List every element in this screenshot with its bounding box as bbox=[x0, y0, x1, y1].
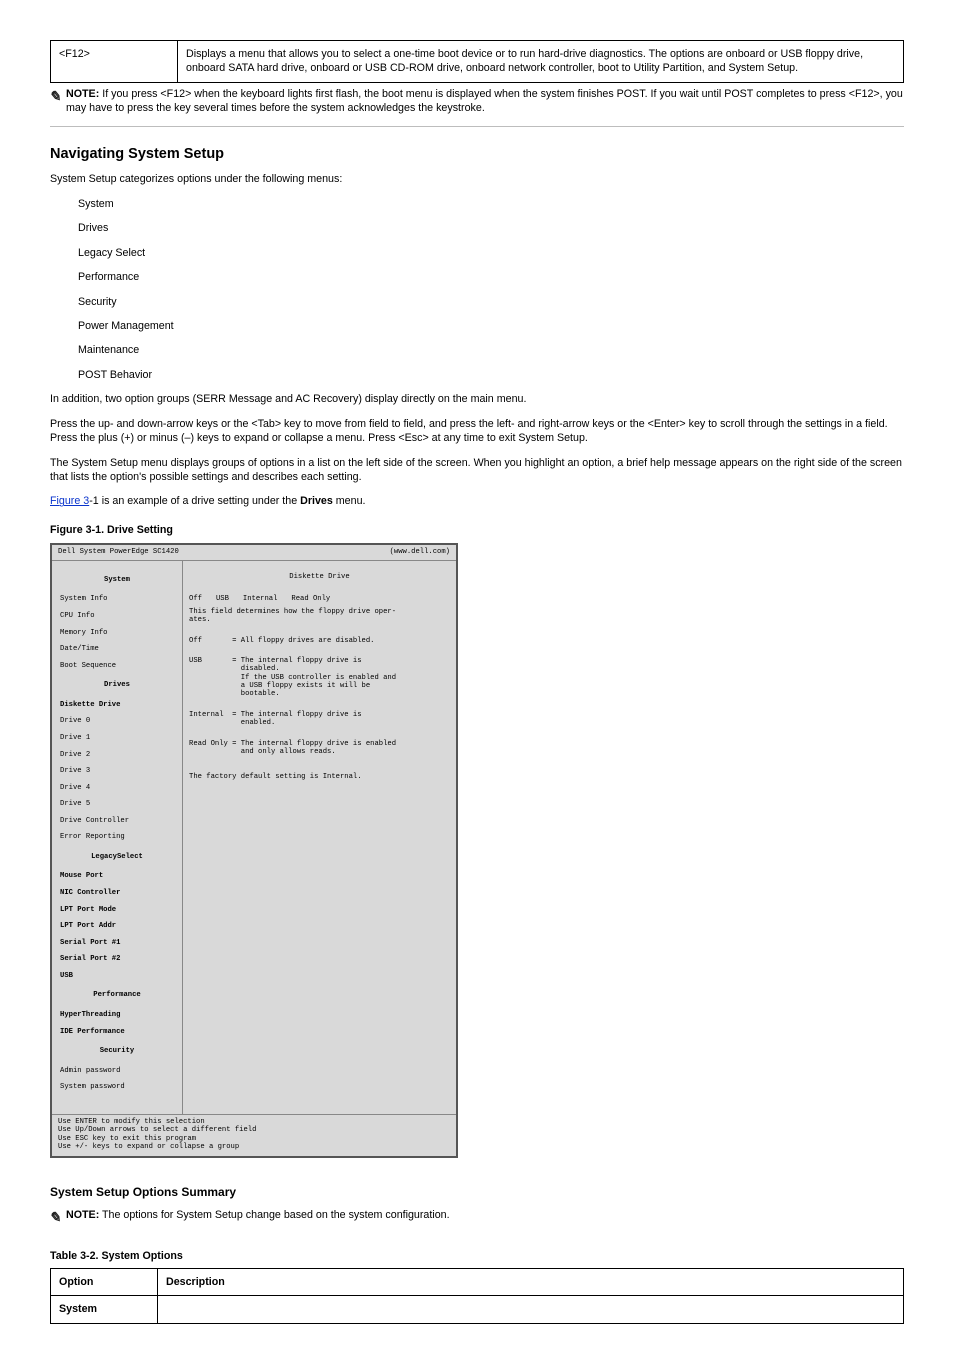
bios-item: Drive 0 bbox=[58, 717, 176, 725]
bios-item: IDE Performance bbox=[58, 1028, 176, 1036]
col-option: Option bbox=[51, 1268, 158, 1295]
boot-key-text: <F12> bbox=[59, 48, 90, 60]
bios-item: Drive Controller bbox=[58, 817, 176, 825]
nav-p3a: Press the up- and down-arrow keys or the… bbox=[50, 418, 515, 430]
pencil-icon: ✎ bbox=[48, 1208, 67, 1227]
note-block: ✎ NOTE: If you press <F12> when the keyb… bbox=[50, 87, 904, 116]
col-description: Description bbox=[158, 1268, 904, 1295]
bios-item: Drive 5 bbox=[58, 800, 176, 808]
bios-item: Drive 2 bbox=[58, 751, 176, 759]
nav-list: System Drives Legacy Select Performance … bbox=[78, 197, 904, 383]
bios-item: Error Reporting bbox=[58, 833, 176, 841]
bios-cat-legacy: LegacySelect bbox=[58, 853, 176, 861]
note-body: NOTE: If you press <F12> when the keyboa… bbox=[66, 87, 904, 116]
note-body-2: NOTE: The options for System Setup chang… bbox=[66, 1208, 904, 1222]
bios-opt: USB bbox=[216, 595, 229, 603]
bios-item: CPU Info bbox=[58, 612, 176, 620]
bios-cat-security: Security bbox=[58, 1047, 176, 1055]
bios-cat-drives: Drives bbox=[58, 681, 176, 689]
list-item: Performance bbox=[78, 270, 904, 284]
row-system: System bbox=[51, 1296, 158, 1323]
bios-intro: This field determines how the floppy dri… bbox=[189, 608, 450, 625]
bios-item: Mouse Port bbox=[58, 872, 176, 880]
summary-heading: System Setup Options Summary bbox=[50, 1184, 904, 1200]
bios-item: Boot Sequence bbox=[58, 662, 176, 670]
boot-key-desc-2: onboard SATA hard drive, onboard or USB … bbox=[186, 62, 798, 74]
list-item: Security bbox=[78, 295, 904, 309]
table-caption: Table 3-2. System Options bbox=[50, 1249, 904, 1263]
bios-help: Use ENTER to modify this selection Use U… bbox=[52, 1114, 456, 1156]
bios-cat-system: System bbox=[58, 576, 176, 584]
bios-item: Serial Port #1 bbox=[58, 939, 176, 947]
boot-key-desc-1: Displays a menu that allows you to selec… bbox=[186, 48, 863, 60]
pencil-icon: ✎ bbox=[48, 87, 67, 106]
nav-p3: Press the up- and down-arrow keys or the… bbox=[50, 417, 904, 446]
bios-item: Drive 3 bbox=[58, 767, 176, 775]
list-item: Power Management bbox=[78, 319, 904, 333]
fig-ref-c: Drives bbox=[300, 495, 333, 507]
bios-item: Date/Time bbox=[58, 645, 176, 653]
boot-key-cell: <F12> bbox=[51, 41, 178, 83]
bios-opt: Internal bbox=[243, 595, 278, 603]
nav-p1: System Setup categorizes options under t… bbox=[50, 172, 904, 186]
list-item: System bbox=[78, 197, 904, 211]
note-text: If you press <F12> when the keyboard lig… bbox=[66, 88, 903, 114]
bios-item: Drive 1 bbox=[58, 734, 176, 742]
bios-item: Admin password bbox=[58, 1067, 176, 1075]
note-text-2: The options for System Setup change base… bbox=[99, 1209, 449, 1221]
figure-link[interactable]: Figure 3 bbox=[50, 495, 89, 507]
bios-line-usb: USB = The internal floppy drive is disab… bbox=[189, 657, 450, 698]
bios-line-int: Internal = The internal floppy drive is … bbox=[189, 711, 450, 728]
list-item: Drives bbox=[78, 221, 904, 235]
bios-opt: Read Only bbox=[291, 595, 330, 603]
navigating-heading: Navigating System Setup bbox=[50, 145, 904, 165]
bios-options-row: Off USB Internal Read Only bbox=[189, 595, 344, 603]
bios-item: NIC Controller bbox=[58, 889, 176, 897]
bios-line-ro: Read Only = The internal floppy drive is… bbox=[189, 740, 450, 757]
bios-url: (www.dell.com) bbox=[390, 548, 450, 556]
bios-opt: Off bbox=[189, 595, 202, 603]
bios-left-menu: System System Info CPU Info Memory Info … bbox=[52, 561, 183, 1114]
nav-p4: The System Setup menu displays groups of… bbox=[50, 456, 904, 485]
rule bbox=[50, 126, 904, 127]
fig-ref-d: menu. bbox=[333, 495, 366, 507]
bios-product: Dell System PowerEdge SC1420 bbox=[58, 548, 179, 556]
bios-item: System password bbox=[58, 1083, 176, 1091]
boot-key-table: <F12> Displays a menu that allows you to… bbox=[50, 40, 904, 83]
bios-item: LPT Port Mode bbox=[58, 906, 176, 914]
bios-default: The factory default setting is Internal. bbox=[189, 773, 450, 781]
bios-item: HyperThreading bbox=[58, 1011, 176, 1019]
bios-item: LPT Port Addr bbox=[58, 922, 176, 930]
bios-item: Drive 4 bbox=[58, 784, 176, 792]
bios-cat-performance: Performance bbox=[58, 991, 176, 999]
list-item: POST Behavior bbox=[78, 368, 904, 382]
note-label: NOTE: bbox=[66, 88, 99, 100]
list-item: Maintenance bbox=[78, 343, 904, 357]
figure-caption: Figure 3-1. Drive Setting bbox=[50, 523, 904, 537]
bios-screenshot: Dell System PowerEdge SC1420 (www.dell.c… bbox=[50, 543, 458, 1158]
bios-item: Serial Port #2 bbox=[58, 955, 176, 963]
row-system-desc bbox=[158, 1296, 904, 1323]
boot-key-desc-cell: Displays a menu that allows you to selec… bbox=[178, 41, 904, 83]
bios-item-selected: Diskette Drive bbox=[58, 701, 176, 709]
note-label-2: NOTE: bbox=[66, 1209, 99, 1221]
fig-ref-b: -1 is an example of a drive setting unde… bbox=[89, 495, 300, 507]
system-options-table: Option Description System bbox=[50, 1268, 904, 1324]
bios-panel-title: Diskette Drive bbox=[189, 573, 450, 581]
bios-item: System Info bbox=[58, 595, 176, 603]
list-item: Legacy Select bbox=[78, 246, 904, 260]
bios-item: Memory Info bbox=[58, 629, 176, 637]
bios-line-off: Off = All floppy drives are disabled. bbox=[189, 637, 450, 645]
note-block-2: ✎ NOTE: The options for System Setup cha… bbox=[50, 1208, 904, 1227]
fig-ref: Figure 3-1 is an example of a drive sett… bbox=[50, 494, 904, 508]
bios-item: USB bbox=[58, 972, 176, 980]
nav-p2: In addition, two option groups (SERR Mes… bbox=[50, 392, 904, 406]
bios-right-panel: Diskette Drive Off USB Internal Read Only T… bbox=[183, 561, 456, 1114]
